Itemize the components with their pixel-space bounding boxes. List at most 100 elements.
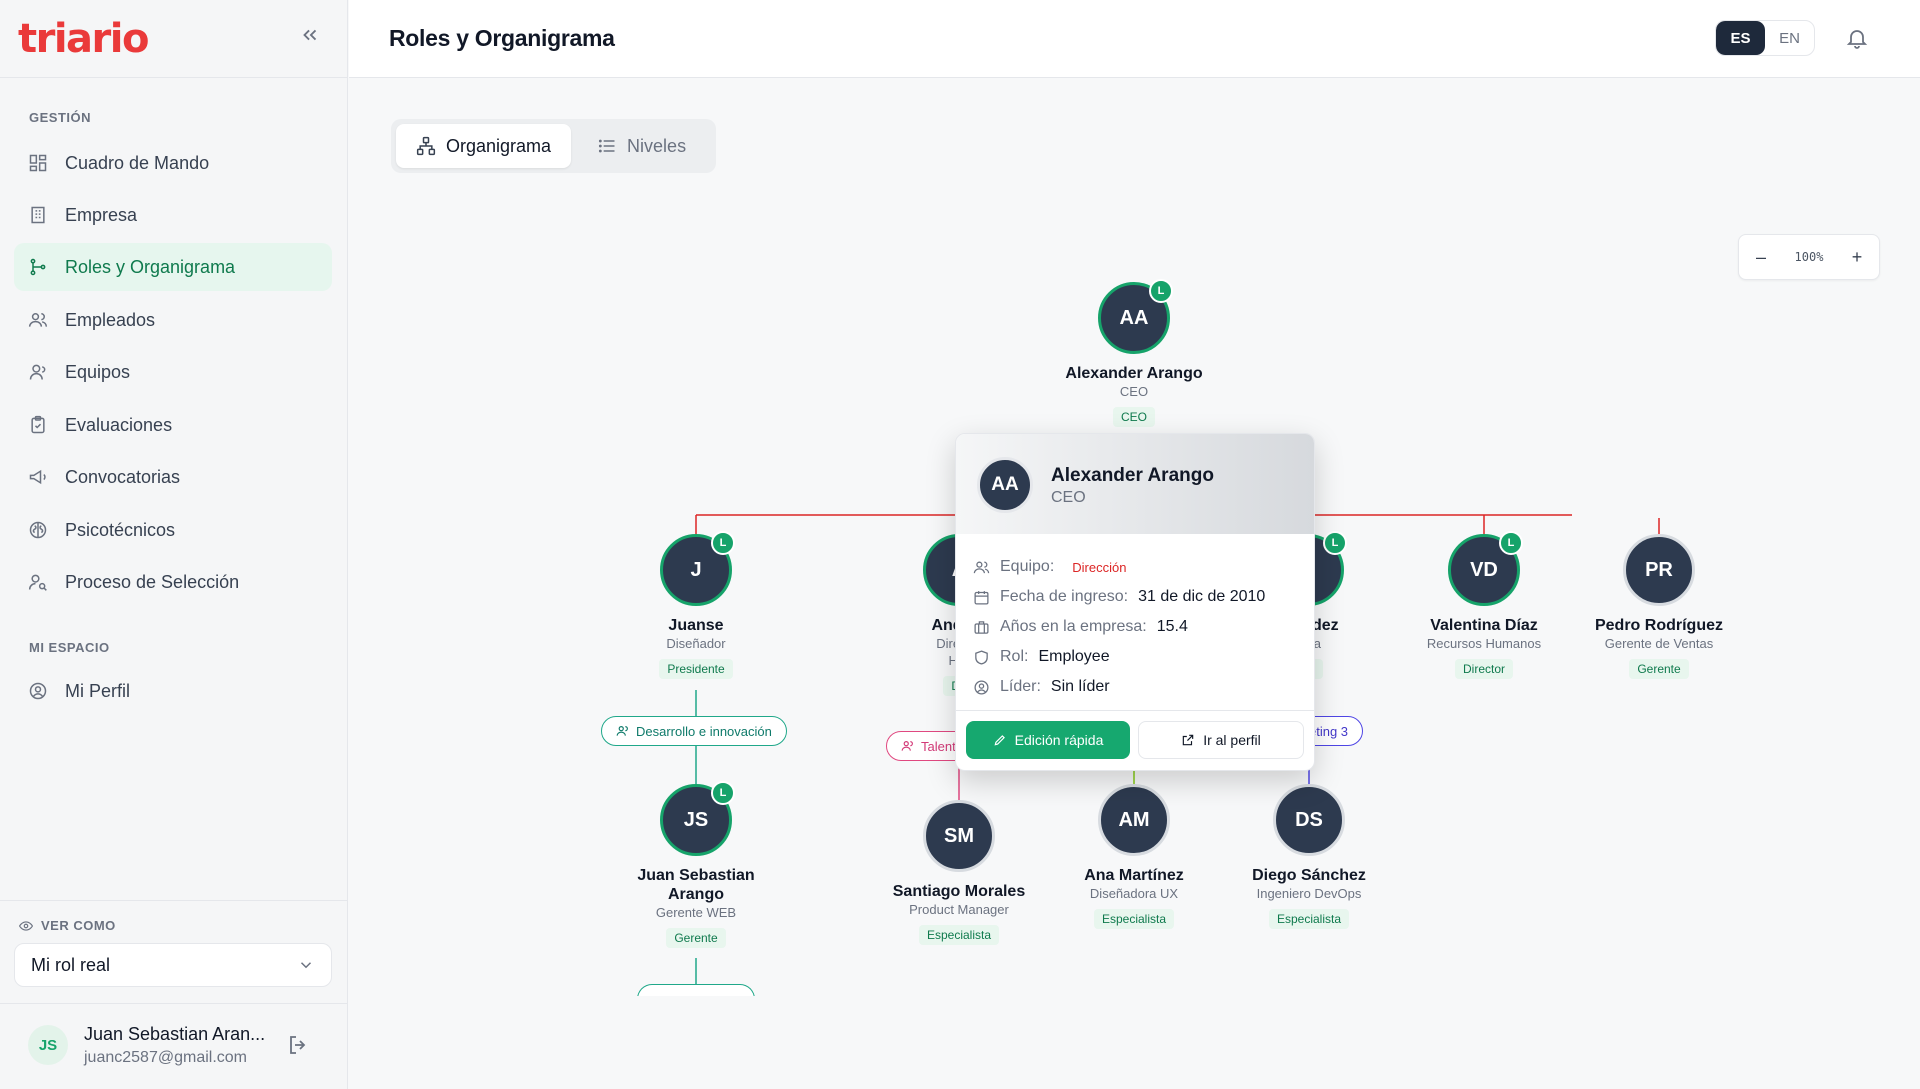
node-name: Alexander Arango xyxy=(1065,365,1203,382)
popover-avatar: AA xyxy=(977,457,1033,513)
org-node[interactable]: AM Ana Martínez Diseñadora UX Especialis… xyxy=(1044,784,1224,929)
team-chip[interactable]: Desarrollo e innovación xyxy=(601,716,787,746)
org-node-root[interactable]: AA L Alexander Arango CEO CEO xyxy=(1044,279,1224,427)
sidebar-item-label: Proceso de Selección xyxy=(65,571,240,592)
node-name: Pedro Rodríguez xyxy=(1594,617,1723,634)
avatar[interactable]: J L xyxy=(660,531,735,606)
popover-value: 31 de dic de 2010 xyxy=(1138,588,1266,605)
button-label: Ir al perfil xyxy=(1203,732,1261,748)
org-node[interactable]: DS Diego Sánchez Ingeniero DevOps Especi… xyxy=(1219,784,1399,929)
org-node[interactable]: J L Juanse Diseñador Presidente xyxy=(606,531,786,679)
popover-value[interactable]: Dirección xyxy=(1072,560,1126,575)
go-to-profile-button[interactable]: Ir al perfil xyxy=(1138,721,1304,759)
node-role: Gerente de Ventas xyxy=(1604,636,1714,651)
sidebar-item-cuadro-de-mando[interactable]: Cuadro de Mando xyxy=(14,139,332,187)
sidebar-item-proceso-seleccion[interactable]: Proceso de Selección xyxy=(14,558,332,606)
popover-row-ingreso: Fecha de ingreso: 31 de dic de 2010 xyxy=(972,582,1298,612)
avatar[interactable]: PR xyxy=(1623,534,1695,606)
sidebar-item-label: Mi Perfil xyxy=(65,680,131,701)
leader-badge: L xyxy=(1149,279,1173,303)
node-name: Valentina Díaz xyxy=(1430,617,1538,634)
clipboard-icon xyxy=(28,415,48,435)
sidebar-item-mi-perfil[interactable]: Mi Perfil xyxy=(14,667,332,715)
org-node[interactable]: JS L Juan Sebastian Arango Gerente WEB G… xyxy=(606,781,786,948)
zoom-in-button[interactable]: + xyxy=(1847,247,1867,268)
node-role: Product Manager xyxy=(909,902,1009,917)
users-icon xyxy=(972,558,990,576)
popover-value: Sin líder xyxy=(1050,678,1110,695)
collapse-sidebar-button[interactable] xyxy=(298,24,322,48)
external-link-icon xyxy=(1182,734,1194,746)
popover-key: Rol: xyxy=(1000,648,1029,665)
popover-value: Employee xyxy=(1038,648,1110,665)
avatar[interactable]: JS L xyxy=(660,781,735,856)
avatar-initials: VD xyxy=(1470,558,1498,581)
popover-header: AA Alexander Arango CEO xyxy=(956,434,1314,534)
avatar-initials: DS xyxy=(1295,808,1323,831)
tab-organigrama[interactable]: Organigrama xyxy=(396,124,572,168)
dashboard-icon xyxy=(28,153,48,173)
notifications-button[interactable] xyxy=(1845,26,1869,50)
level-badge: Especialista xyxy=(1268,909,1350,929)
user-avatar[interactable]: JS xyxy=(28,1025,68,1065)
node-role: Diseñadora UX xyxy=(1089,886,1179,901)
canvas-clip xyxy=(349,996,1920,1089)
brand-logo[interactable]: triario xyxy=(18,16,149,62)
sidebar-item-empresa[interactable]: Empresa xyxy=(14,191,332,239)
org-node[interactable]: PR Pedro Rodríguez Gerente de Ventas Ger… xyxy=(1569,534,1749,679)
level-badge: Especialista xyxy=(918,925,1000,945)
sidebar-item-roles-organigrama[interactable]: Roles y Organigrama xyxy=(14,243,332,291)
sidebar-item-empleados[interactable]: Empleados xyxy=(14,296,332,344)
avatar[interactable]: DS xyxy=(1273,784,1345,856)
button-label: Edición rápida xyxy=(1014,732,1104,748)
level-badge: Presidente xyxy=(659,659,733,679)
popover-row-anios: Años en la empresa: 15.4 xyxy=(972,612,1298,642)
zoom-out-button[interactable]: – xyxy=(1751,247,1771,268)
avatar[interactable]: VD L xyxy=(1448,531,1523,606)
tab-niveles[interactable]: Niveles xyxy=(577,124,706,168)
avatar-initials: AM xyxy=(1118,808,1150,831)
sidebar-item-evaluaciones[interactable]: Evaluaciones xyxy=(14,401,332,449)
sidebar-item-equipos[interactable]: Equipos xyxy=(14,348,332,396)
avatar-initials: SM xyxy=(944,824,974,847)
quick-edit-button[interactable]: Edición rápida xyxy=(966,721,1130,759)
sidebar-item-label: Equipos xyxy=(65,361,131,382)
avatar[interactable]: AM xyxy=(1098,784,1170,856)
divider xyxy=(956,710,1314,711)
logout-button[interactable] xyxy=(286,1033,312,1059)
popover-key: Años en la empresa: xyxy=(1000,618,1147,635)
ver-como-select[interactable]: Mi rol real xyxy=(14,943,332,987)
divider xyxy=(0,1003,348,1004)
popover-key: Equipo: xyxy=(1000,558,1055,575)
lang-en-button[interactable]: EN xyxy=(1765,21,1814,55)
sidebar-item-convocatorias[interactable]: Convocatorias xyxy=(14,453,332,501)
popover-row-equipo: Equipo: Dirección xyxy=(972,552,1298,582)
zoom-controls: – 100% + xyxy=(1738,234,1880,280)
org-node[interactable]: VD L Valentina Díaz Recursos Humanos Dir… xyxy=(1394,531,1574,679)
popover-key: Fecha de ingreso: xyxy=(1000,588,1129,605)
node-name: Juanse xyxy=(668,617,724,634)
divider xyxy=(0,77,348,78)
node-role: Recursos Humanos xyxy=(1426,636,1542,651)
employee-popover: AA Alexander Arango CEO Equipo: Direcció… xyxy=(955,433,1315,771)
sidebar-item-label: Convocatorias xyxy=(65,466,181,487)
brain-icon xyxy=(28,520,48,540)
user-circle-icon xyxy=(28,681,48,701)
section-label-gestion: GESTIÓN xyxy=(29,110,92,125)
level-badge: Gerente xyxy=(666,928,726,948)
node-role: Diseñador xyxy=(666,636,726,651)
node-role: CEO xyxy=(1119,384,1149,399)
tab-label: Niveles xyxy=(627,135,687,156)
popover-row-rol: Rol: Employee xyxy=(972,642,1298,672)
lang-es-button[interactable]: ES xyxy=(1716,21,1765,55)
popover-row-lider: Líder: Sin líder xyxy=(972,672,1298,702)
org-node[interactable]: SM Santiago Morales Product Manager Espe… xyxy=(869,800,1049,945)
sidebar-item-label: Evaluaciones xyxy=(65,414,173,435)
section-label-mi-espacio: MI ESPACIO xyxy=(29,640,110,655)
sidebar-item-psicotecnicos[interactable]: Psicotécnicos xyxy=(14,506,332,554)
avatar[interactable]: AA L xyxy=(1098,279,1173,354)
language-toggle[interactable]: ES EN xyxy=(1715,20,1815,56)
level-badge: Director xyxy=(1454,659,1513,679)
avatar[interactable]: SM xyxy=(923,800,995,872)
popover-details: Equipo: Dirección Fecha de ingreso: 31 d… xyxy=(956,534,1314,702)
